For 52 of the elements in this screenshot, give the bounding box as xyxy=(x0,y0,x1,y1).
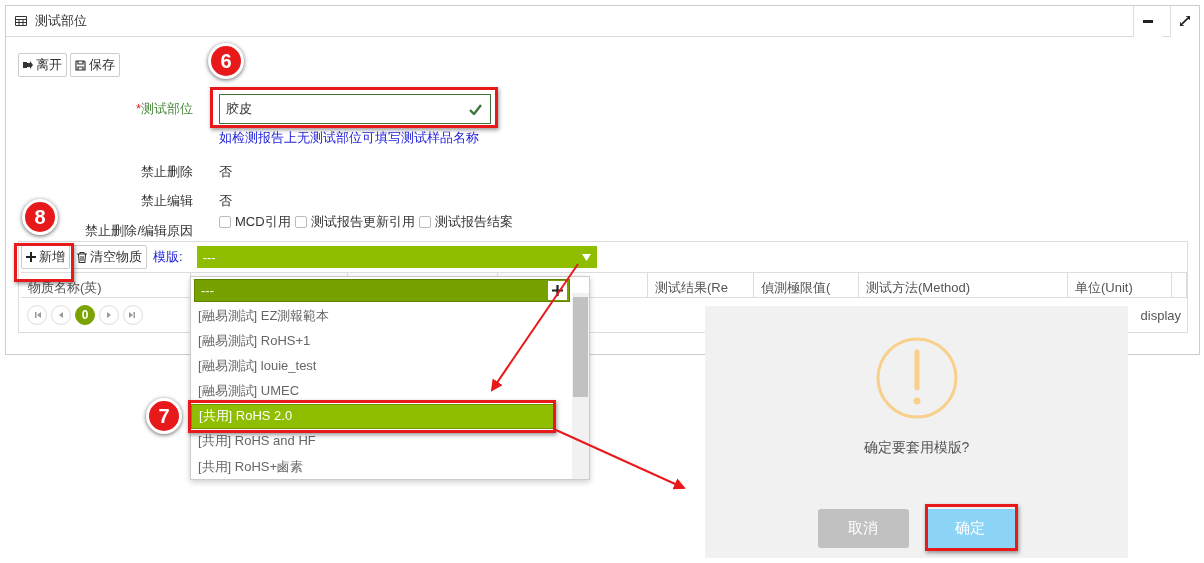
plus-icon xyxy=(26,252,36,262)
pager-info: display xyxy=(1140,307,1181,323)
step-number: 8 xyxy=(22,199,58,235)
dropdown-option[interactable]: [融易測試] RoHS+1 xyxy=(191,328,555,354)
last-page-icon xyxy=(128,310,138,320)
dropdown-option[interactable]: [融易測試] EZ測報範本 xyxy=(191,303,555,329)
add-button[interactable]: 新增 xyxy=(21,245,70,269)
step-number: 6 xyxy=(208,43,244,79)
hint-text: 如检测报告上无测试部位可填写测试样品名称 xyxy=(219,129,480,147)
field-label: *测试部位 xyxy=(135,100,193,118)
dialog-message: 确定要套用模版? xyxy=(863,439,970,457)
input-field[interactable]: 胶皮 xyxy=(219,94,491,124)
trash-icon xyxy=(77,251,87,263)
warning-icon xyxy=(875,337,958,419)
maximize-button[interactable] xyxy=(1170,5,1199,37)
exit-icon xyxy=(23,60,33,70)
field-value: 否 xyxy=(219,192,233,210)
clear-button[interactable]: 清空物质 xyxy=(72,245,147,269)
column-header: 测试方法(Method) xyxy=(866,280,971,295)
maximize-icon xyxy=(1180,16,1190,26)
field-label: 禁止删除 xyxy=(141,163,193,181)
column-header: 单位(Unit) xyxy=(1075,280,1133,295)
leave-button[interactable]: 离开 xyxy=(18,53,67,77)
dropdown-option[interactable]: [融易測試] louie_test xyxy=(191,353,555,379)
first-page-icon xyxy=(32,310,42,320)
field-label: 禁止删除/编辑原因 xyxy=(85,222,193,240)
checkbox[interactable]: MCD引用 xyxy=(219,213,291,231)
column-header: 偵測極限值( xyxy=(761,280,831,295)
step-number: 7 xyxy=(146,398,182,434)
column-header: 测试结果(Re xyxy=(655,280,728,295)
checkbox[interactable]: 测试报告更新引用 xyxy=(294,213,415,231)
column-header: 物质名称(英) xyxy=(28,280,102,295)
plus-icon xyxy=(552,284,563,296)
save-icon xyxy=(75,59,86,71)
save-button[interactable]: 保存 xyxy=(70,53,120,77)
caret-icon xyxy=(581,253,591,261)
dropdown-option[interactable]: [共用] RoHS+鹵素 xyxy=(191,454,555,479)
scrollbar[interactable] xyxy=(572,293,589,479)
table-icon xyxy=(15,16,27,26)
pager-button[interactable] xyxy=(99,305,119,325)
minimize-icon xyxy=(1143,19,1153,23)
template-label: 模版: xyxy=(153,248,183,266)
field-label: 禁止编辑 xyxy=(141,192,193,210)
dropdown-option[interactable]: [融易測試] UMEC xyxy=(191,378,555,404)
pager-button[interactable] xyxy=(27,305,47,325)
annotation-frame xyxy=(14,243,74,282)
checkbox[interactable]: 测试报告结案 xyxy=(418,213,513,231)
field-value: 否 xyxy=(219,163,233,181)
pager-button[interactable] xyxy=(51,305,71,325)
panel-title: 测试部位 xyxy=(35,12,88,30)
pager-button[interactable] xyxy=(123,305,143,325)
dropdown-option[interactable]: [共用] RoHS and HF xyxy=(191,428,555,454)
